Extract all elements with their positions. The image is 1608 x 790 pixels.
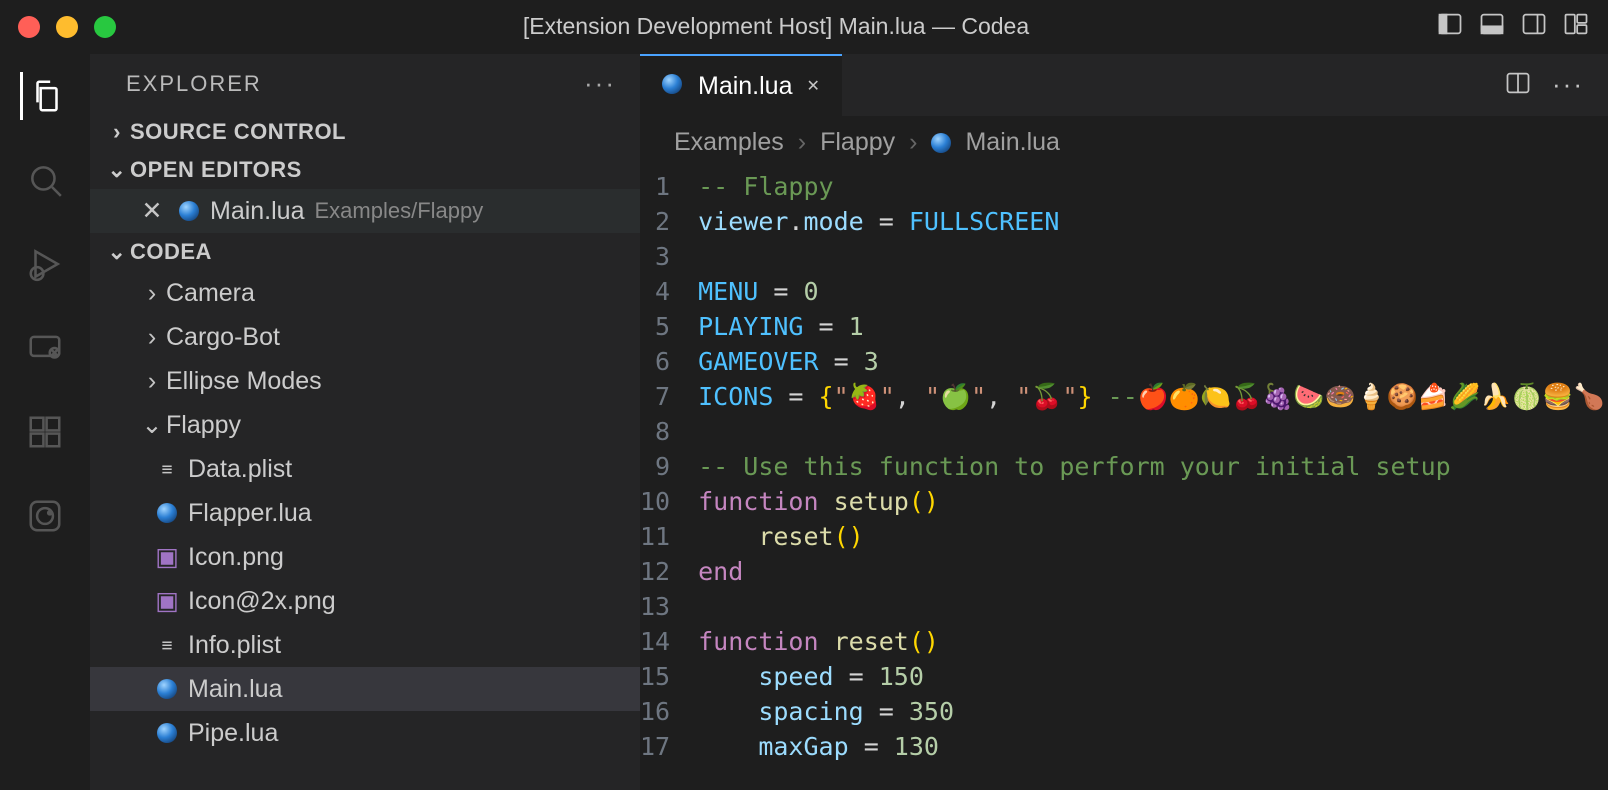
lineno: 3 (640, 239, 698, 274)
open-editor-item[interactable]: ✕ Main.lua Examples/Flappy (90, 189, 640, 233)
file-item[interactable]: ≡Data.plist (90, 447, 640, 491)
chevron-down-icon: ⌄ (138, 410, 166, 440)
chevron-down-icon: ⌄ (104, 239, 130, 265)
chevron-right-icon: › (138, 367, 166, 396)
lineno: 16 (640, 694, 698, 729)
chevron-right-icon: › (909, 128, 917, 157)
lineno: 8 (640, 414, 698, 449)
run-debug-icon[interactable] (21, 240, 69, 288)
folder-item[interactable]: ›Ellipse Modes (90, 359, 640, 403)
panel-right-icon[interactable] (1520, 10, 1548, 43)
explorer-icon[interactable] (20, 72, 68, 120)
section-source-control[interactable]: › SOURCE CONTROL (90, 113, 640, 151)
lineno: 4 (640, 274, 698, 309)
lineno: 13 (640, 589, 698, 624)
lua-icon (174, 201, 204, 221)
file-item[interactable]: Pipe.lua (90, 711, 640, 755)
image-icon: ▣ (152, 542, 182, 572)
lua-icon (662, 74, 684, 99)
tab-main-lua[interactable]: Main.lua ✕ (640, 54, 842, 116)
panel-left-icon[interactable] (1436, 10, 1464, 43)
lineno: 5 (640, 309, 698, 344)
remote-icon[interactable] (21, 324, 69, 372)
lineno: 10 (640, 484, 698, 519)
folder-item[interactable]: ⌄Flappy (90, 403, 640, 447)
file-item[interactable]: Flapper.lua (90, 491, 640, 535)
section-label: OPEN EDITORS (130, 157, 302, 183)
search-icon[interactable] (21, 156, 69, 204)
lineno: 7 (640, 379, 698, 414)
editor-area: Main.lua ✕ ··· Examples › Flappy › Main.… (640, 54, 1608, 790)
maximize-window-button[interactable] (94, 16, 116, 38)
section-open-editors[interactable]: ⌄ OPEN EDITORS (90, 151, 640, 189)
code-editor[interactable]: 1-- Flappy 2viewer.mode = FULLSCREEN 3 4… (640, 169, 1608, 790)
plist-icon: ≡ (152, 459, 182, 480)
image-icon: ▣ (152, 586, 182, 616)
file-item[interactable]: ≡Info.plist (90, 623, 640, 667)
panel-bottom-icon[interactable] (1478, 10, 1506, 43)
lineno: 12 (640, 554, 698, 589)
codea-icon[interactable] (21, 492, 69, 540)
lineno: 1 (640, 169, 698, 204)
chevron-right-icon: › (138, 323, 166, 352)
chevron-right-icon: › (798, 128, 806, 157)
lua-icon (152, 679, 182, 699)
section-workspace[interactable]: ⌄ CODEA (90, 233, 640, 271)
tab-actions: ··· (1504, 69, 1608, 102)
breadcrumb-item[interactable]: Main.lua (965, 128, 1060, 157)
file-item[interactable]: Main.lua (90, 667, 640, 711)
file-tree: ›Camera ›Cargo-Bot ›Ellipse Modes ⌄Flapp… (90, 271, 640, 755)
tab-label: Main.lua (698, 72, 793, 101)
section-label: CODEA (130, 239, 212, 265)
lua-icon (152, 723, 182, 743)
title-actions (1436, 10, 1590, 43)
file-item[interactable]: ▣Icon@2x.png (90, 579, 640, 623)
chevron-right-icon: › (138, 279, 166, 308)
split-editor-icon[interactable] (1504, 69, 1532, 102)
chevron-down-icon: ⌄ (104, 157, 130, 183)
titlebar: [Extension Development Host] Main.lua — … (0, 0, 1608, 54)
lineno: 9 (640, 449, 698, 484)
tabs-row: Main.lua ✕ ··· (640, 54, 1608, 116)
lineno: 2 (640, 204, 698, 239)
folder-item[interactable]: ›Cargo-Bot (90, 315, 640, 359)
window-title: [Extension Development Host] Main.lua — … (116, 13, 1436, 40)
lineno: 15 (640, 659, 698, 694)
more-icon[interactable]: ··· (584, 68, 616, 99)
lua-icon (152, 503, 182, 523)
section-label: SOURCE CONTROL (130, 119, 346, 145)
close-icon[interactable]: ✕ (138, 196, 166, 226)
chevron-right-icon: › (104, 119, 130, 145)
plist-icon: ≡ (152, 635, 182, 656)
close-icon[interactable]: ✕ (807, 76, 820, 96)
file-path: Examples/Flappy (315, 198, 484, 224)
lineno: 14 (640, 624, 698, 659)
breadcrumb-item[interactable]: Examples (674, 128, 784, 157)
lua-icon (931, 133, 951, 153)
file-item[interactable]: ▣Icon.png (90, 535, 640, 579)
extensions-icon[interactable] (21, 408, 69, 456)
lineno: 17 (640, 729, 698, 764)
breadcrumbs[interactable]: Examples › Flappy › Main.lua (640, 116, 1608, 169)
activity-bar (0, 54, 90, 790)
folder-item[interactable]: ›Camera (90, 271, 640, 315)
sidebar-title: EXPLORER (126, 71, 262, 97)
lineno: 6 (640, 344, 698, 379)
layout-icon[interactable] (1562, 10, 1590, 43)
file-name: Main.lua (210, 197, 305, 226)
close-window-button[interactable] (18, 16, 40, 38)
sidebar-header: EXPLORER ··· (90, 54, 640, 113)
breadcrumb-item[interactable]: Flappy (820, 128, 895, 157)
sidebar: EXPLORER ··· › SOURCE CONTROL ⌄ OPEN EDI… (90, 54, 640, 790)
more-icon[interactable]: ··· (1552, 69, 1584, 102)
window-controls (18, 16, 116, 38)
lineno: 11 (640, 519, 698, 554)
minimize-window-button[interactable] (56, 16, 78, 38)
